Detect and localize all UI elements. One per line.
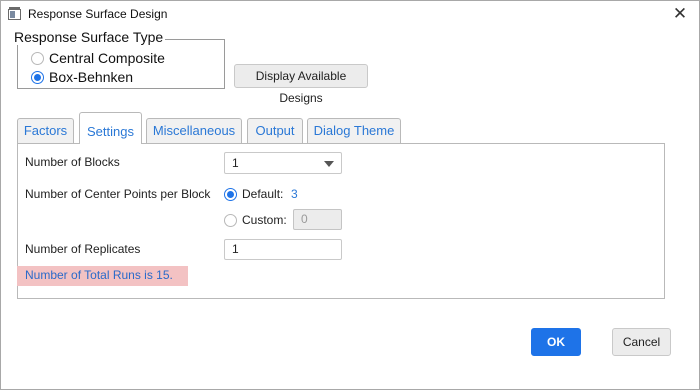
tab-miscellaneous[interactable]: Miscellaneous bbox=[146, 118, 242, 143]
number-of-replicates-label: Number of Replicates bbox=[25, 242, 141, 256]
number-of-blocks-value: 1 bbox=[232, 156, 239, 170]
total-runs-message: Number of Total Runs is 15. bbox=[17, 266, 188, 286]
central-composite-label: Central Composite bbox=[49, 50, 165, 66]
cancel-button[interactable]: Cancel bbox=[612, 328, 671, 356]
central-composite-radio[interactable] bbox=[31, 51, 44, 65]
number-of-blocks-select[interactable]: 1 bbox=[224, 152, 342, 174]
close-icon[interactable]: ✕ bbox=[669, 4, 691, 24]
box-behnken-option[interactable]: Box-Behnken bbox=[31, 69, 133, 85]
display-available-designs-button[interactable]: Display Available Designs bbox=[234, 64, 368, 105]
title-bar: Response Surface Design ✕ bbox=[1, 1, 699, 29]
ok-button[interactable]: OK bbox=[531, 328, 581, 356]
app-icon bbox=[8, 7, 21, 20]
box-behnken-label: Box-Behnken bbox=[49, 69, 134, 85]
custom-center-points-radio[interactable] bbox=[224, 213, 237, 227]
default-center-points-option[interactable]: Default: bbox=[224, 187, 283, 201]
custom-center-points-input[interactable]: 0 bbox=[293, 209, 342, 230]
default-center-points-label: Default: bbox=[242, 187, 284, 201]
tab-settings[interactable]: Settings bbox=[79, 112, 142, 144]
number-of-blocks-label: Number of Blocks bbox=[25, 155, 120, 169]
tab-factors[interactable]: Factors bbox=[17, 118, 74, 143]
default-center-points-radio[interactable] bbox=[224, 187, 237, 201]
number-of-replicates-input[interactable]: 1 bbox=[224, 239, 342, 260]
response-surface-type-legend: Response Surface Type bbox=[12, 29, 166, 45]
default-center-points-value: 3 bbox=[291, 187, 298, 201]
custom-center-points-option[interactable]: Custom: bbox=[224, 213, 287, 227]
box-behnken-radio[interactable] bbox=[31, 70, 44, 84]
tab-dialog-theme[interactable]: Dialog Theme bbox=[307, 118, 401, 143]
window-title: Response Surface Design bbox=[28, 7, 168, 21]
custom-center-points-label: Custom: bbox=[242, 213, 287, 227]
central-composite-option[interactable]: Central Composite bbox=[31, 50, 165, 66]
center-points-label: Number of Center Points per Block bbox=[25, 187, 211, 201]
tab-output[interactable]: Output bbox=[247, 118, 303, 143]
chevron-down-icon bbox=[324, 161, 334, 167]
dialog-window: Response Surface Design ✕ Response Surfa… bbox=[0, 0, 700, 390]
